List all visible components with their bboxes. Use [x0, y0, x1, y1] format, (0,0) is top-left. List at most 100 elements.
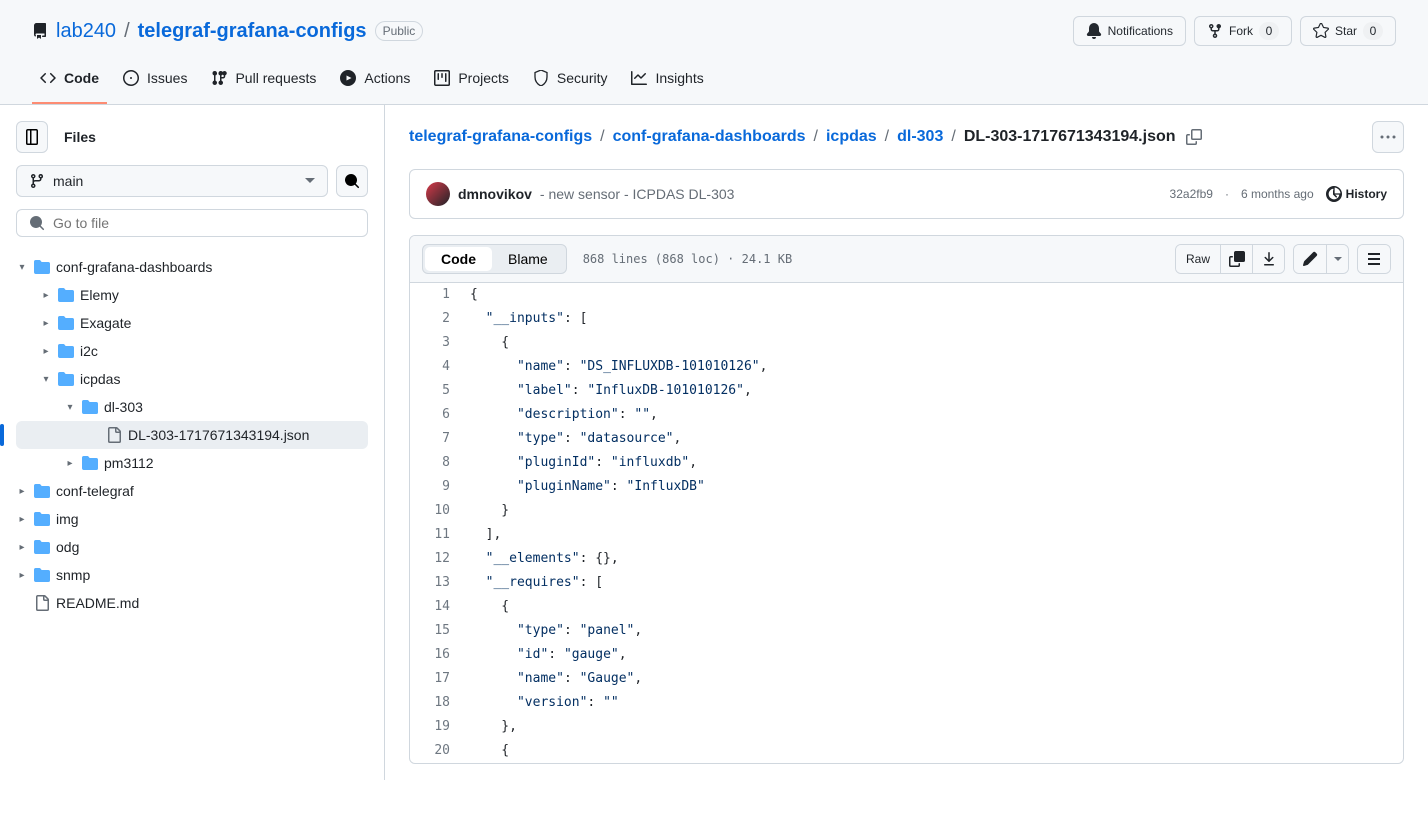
- tree-item-Elemy[interactable]: ▸Elemy: [16, 281, 368, 309]
- star-label: Star: [1335, 21, 1357, 41]
- search-icon: [344, 173, 360, 189]
- tree-item-icpdas[interactable]: ▾icpdas: [16, 365, 368, 393]
- code-line: 3 {: [410, 331, 1403, 355]
- code-line: 13 "__requires": [: [410, 571, 1403, 595]
- author-avatar[interactable]: [426, 182, 450, 206]
- edit-button[interactable]: [1294, 245, 1326, 273]
- commit-hash[interactable]: 32a2fb9: [1170, 187, 1213, 201]
- tab-actions[interactable]: Actions: [332, 62, 418, 104]
- more-options-button[interactable]: [1372, 121, 1404, 153]
- raw-button[interactable]: Raw: [1176, 245, 1220, 273]
- tree-item-pm3112[interactable]: ▸pm3112: [16, 449, 368, 477]
- code-line: 7 "type": "datasource",: [410, 427, 1403, 451]
- tab-projects-label: Projects: [458, 70, 509, 86]
- repo-title: lab240 / telegraf-grafana-configs Public: [32, 20, 423, 43]
- tab-insights-label: Insights: [655, 70, 703, 86]
- file-tree: ▾conf-grafana-dashboards▸Elemy▸Exagate▸i…: [16, 253, 368, 617]
- tab-code[interactable]: Code: [32, 62, 107, 104]
- tree-item-snmp[interactable]: ▸snmp: [16, 561, 368, 589]
- list-icon: [1366, 251, 1382, 267]
- code-line: 16 "id": "gauge",: [410, 643, 1403, 667]
- latest-commit-bar: dmnovikov - new sensor - ICPDAS DL-303 3…: [409, 169, 1404, 219]
- branch-name: main: [53, 173, 83, 189]
- code-view[interactable]: 1{2 "__inputs": [3 {4 "name": "DS_INFLUX…: [410, 283, 1403, 763]
- branch-select[interactable]: main: [16, 165, 328, 197]
- breadcrumb-segment[interactable]: conf-grafana-dashboards: [613, 128, 806, 146]
- collapse-sidebar-button[interactable]: [16, 121, 48, 153]
- code-line: 4 "name": "DS_INFLUXDB-101010126",: [410, 355, 1403, 379]
- tab-security[interactable]: Security: [525, 62, 616, 104]
- tree-item-conf-grafana-dashboards[interactable]: ▾conf-grafana-dashboards: [16, 253, 368, 281]
- symbols-button[interactable]: [1358, 245, 1390, 273]
- code-line: 17 "name": "Gauge",: [410, 667, 1403, 691]
- breadcrumb-segment[interactable]: telegraf-grafana-configs: [409, 128, 592, 146]
- history-label: History: [1346, 187, 1387, 201]
- commit-message[interactable]: - new sensor - ICPDAS DL-303: [540, 186, 735, 202]
- code-line: 9 "pluginName": "InfluxDB": [410, 475, 1403, 499]
- history-button[interactable]: History: [1326, 186, 1387, 202]
- repo-actions: Notifications Fork 0 Star 0: [1073, 16, 1396, 46]
- issues-icon: [123, 70, 139, 86]
- repo-tabs: Code Issues Pull requests Actions Projec…: [32, 62, 1396, 104]
- tree-item-DL-303-1717671343194-json[interactable]: DL-303-1717671343194.json: [16, 421, 368, 449]
- caret-down-icon: [1334, 257, 1342, 262]
- search-tree-button[interactable]: [336, 165, 368, 197]
- fork-button[interactable]: Fork 0: [1194, 16, 1292, 46]
- go-to-file-search[interactable]: [16, 209, 368, 237]
- code-line: 11 ],: [410, 523, 1403, 547]
- tab-insights[interactable]: Insights: [623, 62, 711, 104]
- insights-icon: [631, 70, 647, 86]
- tree-item-odg[interactable]: ▸odg: [16, 533, 368, 561]
- breadcrumb-segment: DL-303-1717671343194.json: [964, 128, 1176, 146]
- code-toggle-button[interactable]: Code: [425, 247, 492, 271]
- download-raw-button[interactable]: [1252, 245, 1284, 273]
- tree-item-dl-303[interactable]: ▾dl-303: [16, 393, 368, 421]
- star-icon: [1313, 23, 1329, 39]
- tab-issues-label: Issues: [147, 70, 187, 86]
- code-icon: [40, 70, 56, 86]
- actions-icon: [340, 70, 356, 86]
- owner-link[interactable]: lab240: [56, 20, 116, 43]
- edit-dropdown-button[interactable]: [1326, 245, 1348, 273]
- breadcrumb-segment[interactable]: dl-303: [897, 128, 943, 146]
- file-tree-sidebar: Files main ▾conf-grafana-dashboards▸Elem…: [0, 105, 385, 780]
- download-icon: [1261, 251, 1277, 267]
- code-line: 6 "description": "",: [410, 403, 1403, 427]
- code-line: 18 "version": "": [410, 691, 1403, 715]
- commit-author[interactable]: dmnovikov: [458, 186, 532, 202]
- breadcrumb: telegraf-grafana-configs/conf-grafana-da…: [409, 128, 1202, 146]
- star-button[interactable]: Star 0: [1300, 16, 1396, 46]
- copy-icon: [1229, 251, 1245, 267]
- commit-time: 6 months ago: [1241, 187, 1314, 201]
- copy-raw-button[interactable]: [1220, 245, 1252, 273]
- tree-item-i2c[interactable]: ▸i2c: [16, 337, 368, 365]
- kebab-icon: [1380, 135, 1396, 139]
- tab-pulls[interactable]: Pull requests: [203, 62, 324, 104]
- sidebar-title: Files: [64, 129, 96, 145]
- code-line: 19 },: [410, 715, 1403, 739]
- bell-icon: [1086, 23, 1102, 39]
- branch-icon: [29, 173, 45, 189]
- code-line: 15 "type": "panel",: [410, 619, 1403, 643]
- tree-item-Exagate[interactable]: ▸Exagate: [16, 309, 368, 337]
- copy-icon: [1186, 129, 1202, 145]
- tree-item-img[interactable]: ▸img: [16, 505, 368, 533]
- caret-down-icon: [305, 178, 315, 184]
- copy-path-button[interactable]: [1186, 129, 1202, 145]
- tree-item-conf-telegraf[interactable]: ▸conf-telegraf: [16, 477, 368, 505]
- code-line: 12 "__elements": {},: [410, 547, 1403, 571]
- tab-code-label: Code: [64, 70, 99, 86]
- pr-icon: [211, 70, 227, 86]
- notifications-button[interactable]: Notifications: [1073, 16, 1186, 46]
- go-to-file-input[interactable]: [53, 215, 355, 231]
- breadcrumb-segment[interactable]: icpdas: [826, 128, 877, 146]
- tab-issues[interactable]: Issues: [115, 62, 195, 104]
- tab-projects[interactable]: Projects: [426, 62, 517, 104]
- visibility-badge: Public: [375, 21, 424, 41]
- fork-label: Fork: [1229, 21, 1253, 41]
- tree-item-README-md[interactable]: README.md: [16, 589, 368, 617]
- tab-security-label: Security: [557, 70, 608, 86]
- repo-link[interactable]: telegraf-grafana-configs: [138, 20, 367, 43]
- blame-toggle-button[interactable]: Blame: [492, 247, 564, 271]
- star-count: 0: [1363, 22, 1383, 40]
